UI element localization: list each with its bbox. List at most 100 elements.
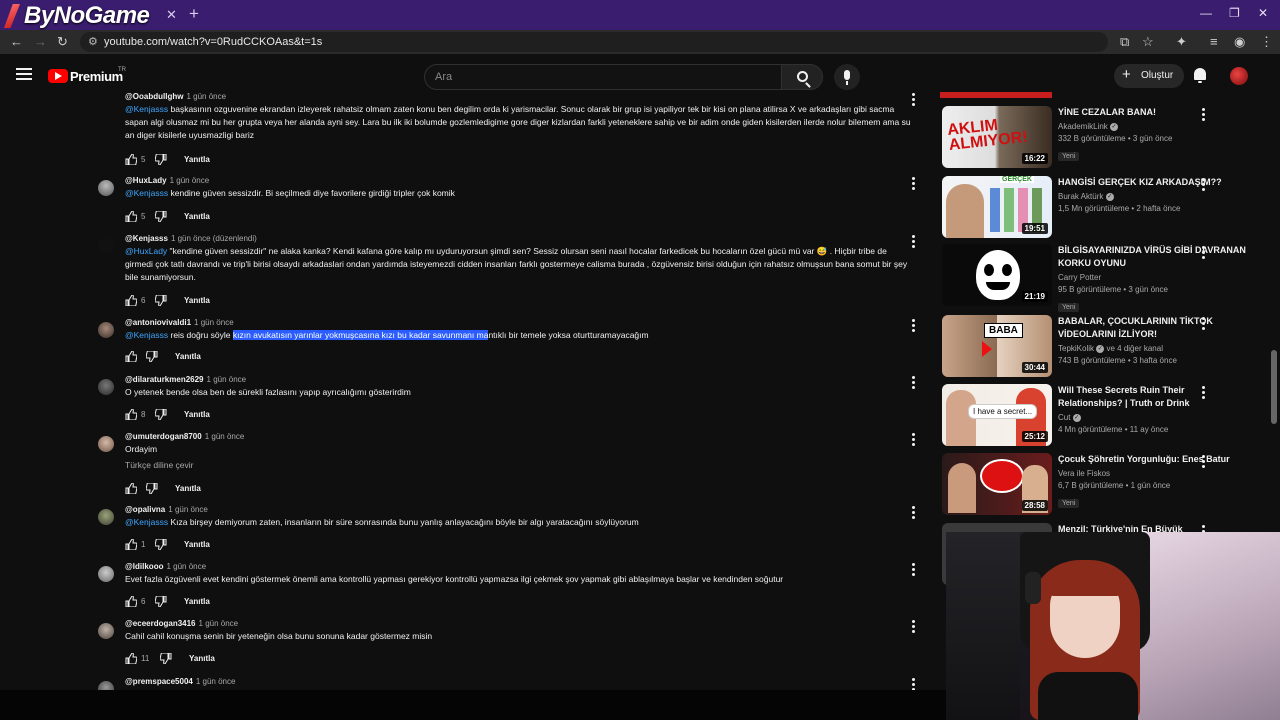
forward-arrow-icon[interactable]: → <box>34 34 47 49</box>
search-input[interactable]: Ara <box>424 64 782 90</box>
comment-author[interactable]: @premspace5004 <box>125 677 193 686</box>
like-icon[interactable] <box>125 295 137 306</box>
comment-author[interactable]: @eceerdogan3416 <box>125 619 196 628</box>
video-more-icon[interactable] <box>1198 108 1208 122</box>
comment-time[interactable]: 1 gün önce <box>199 619 239 628</box>
dislike-icon[interactable] <box>155 539 167 550</box>
comment-author[interactable]: @umuterdogan8700 <box>125 432 202 441</box>
comment-author[interactable]: @antoniovivaldi1 <box>125 318 191 327</box>
video-more-icon[interactable] <box>1198 246 1208 260</box>
comment-author[interactable]: @HuxLady <box>125 176 167 185</box>
like-icon[interactable] <box>125 653 137 664</box>
commenter-avatar[interactable] <box>98 379 114 395</box>
video-thumbnail[interactable]: GERÇEK 19:51 <box>942 176 1052 238</box>
reading-list-icon[interactable]: ≡ <box>1210 34 1218 49</box>
comment-more-icon[interactable] <box>907 563 919 577</box>
commenter-avatar[interactable] <box>98 509 114 525</box>
comment-author[interactable]: @Kenjasss <box>125 234 168 243</box>
comment-mention[interactable]: @Kenjasss <box>125 104 168 114</box>
menu-hamburger-icon[interactable] <box>16 68 32 80</box>
comment-time[interactable]: 1 gün önce <box>186 92 226 101</box>
commenter-avatar[interactable] <box>98 436 114 452</box>
account-avatar[interactable] <box>1230 67 1248 85</box>
dislike-icon[interactable] <box>146 483 158 494</box>
comment-mention[interactable]: @Kenjasss <box>125 330 168 340</box>
video-channel[interactable]: AkademikLink ✓ <box>1058 121 1250 133</box>
video-title[interactable]: HANGİSİ GERÇEK KIZ ARKADAŞIM?? <box>1058 176 1250 189</box>
youtube-premium-label[interactable]: Premium <box>70 69 123 84</box>
comment-time[interactable]: 1 gün önce <box>168 505 208 514</box>
like-icon[interactable] <box>125 154 137 165</box>
video-thumbnail[interactable]: BABA 30:44 <box>942 315 1052 377</box>
dislike-icon[interactable] <box>155 211 167 222</box>
commenter-avatar[interactable] <box>98 623 114 639</box>
video-title[interactable]: BABALAR, ÇOCUKLARININ TİKTOK VİDEOLARINI… <box>1058 315 1250 341</box>
comment-more-icon[interactable] <box>907 235 919 249</box>
comment-author[interactable]: @Ooabdullghw <box>125 92 183 101</box>
video-thumbnail[interactable]: 28:58 <box>942 453 1052 515</box>
video-thumbnail[interactable]: 21:19 <box>942 244 1052 306</box>
comment-mention[interactable]: @HuxLady <box>125 246 167 256</box>
video-more-icon[interactable] <box>1198 317 1208 331</box>
comment-time[interactable]: 1 gün önce <box>196 677 236 686</box>
dislike-icon[interactable] <box>155 596 167 607</box>
comment-more-icon[interactable] <box>907 319 919 333</box>
reply-button[interactable]: Yanıtla <box>184 540 210 549</box>
video-title[interactable]: YİNE CEZALAR BANA! <box>1058 106 1250 119</box>
new-tab-button[interactable]: + <box>189 4 199 24</box>
extensions-icon[interactable]: ✦ <box>1176 34 1187 50</box>
comment-author[interactable]: @opalivna <box>125 505 165 514</box>
reply-button[interactable]: Yanıtla <box>184 410 210 419</box>
video-thumbnail[interactable]: AKLIM ALMIYOR! 16:22 <box>942 106 1052 168</box>
comment-more-icon[interactable] <box>907 93 919 107</box>
translate-link[interactable]: Türkçe diline çevir <box>125 459 915 472</box>
tab-close-icon[interactable]: ✕ <box>166 7 177 23</box>
video-card[interactable]: 28:58 Çocuk Şöhretin Yorgunluğu: Enes Ba… <box>940 453 1275 517</box>
video-title[interactable]: Çocuk Şöhretin Yorgunluğu: Enes Batur <box>1058 453 1250 466</box>
site-info-icon[interactable]: ⚙ <box>88 35 98 48</box>
reply-button[interactable]: Yanıtla <box>184 296 210 305</box>
video-card[interactable]: AKLIM ALMIYOR! 16:22 YİNE CEZALAR BANA! … <box>940 106 1275 170</box>
comment-time[interactable]: 1 gün önce <box>205 432 245 441</box>
video-channel[interactable]: TepkiKolik ✓ ve 4 diğer kanal <box>1058 343 1250 355</box>
url-bar[interactable]: ⚙ youtube.com/watch?v=0RudCCKOAas&t=1s <box>80 32 1108 52</box>
dislike-icon[interactable] <box>155 154 167 165</box>
video-channel[interactable]: Burak Aktürk ✓ <box>1058 191 1250 203</box>
cast-icon[interactable]: ⧉ <box>1120 34 1129 50</box>
like-icon[interactable] <box>125 409 137 420</box>
video-more-icon[interactable] <box>1198 178 1208 192</box>
commenter-avatar[interactable] <box>98 238 114 254</box>
video-title[interactable]: Will These Secrets Ruin Their Relationsh… <box>1058 384 1250 410</box>
minimize-icon[interactable]: — <box>1200 6 1212 20</box>
reply-button[interactable]: Yanıtla <box>175 352 201 361</box>
comment-mention[interactable]: @Kenjasss <box>125 517 168 527</box>
video-card[interactable]: GERÇEK 19:51 HANGİSİ GERÇEK KIZ ARKADAŞI… <box>940 176 1275 240</box>
comment-more-icon[interactable] <box>907 433 919 447</box>
window-close-icon[interactable]: ✕ <box>1258 6 1268 20</box>
comment-more-icon[interactable] <box>907 678 919 690</box>
reply-button[interactable]: Yanıtla <box>184 155 210 164</box>
like-icon[interactable] <box>125 596 137 607</box>
comment-author[interactable]: @ldilkooo <box>125 562 163 571</box>
notifications-bell-icon[interactable] <box>1194 68 1206 83</box>
commenter-avatar[interactable] <box>98 566 114 582</box>
comment-time[interactable]: 1 gün önce <box>166 562 206 571</box>
comment-mention[interactable]: @Kenjasss <box>125 188 168 198</box>
youtube-logo-icon[interactable] <box>48 69 68 83</box>
reload-icon[interactable]: ↻ <box>57 34 68 50</box>
comment-more-icon[interactable] <box>907 506 919 520</box>
commenter-avatar[interactable] <box>98 681 114 690</box>
dislike-icon[interactable] <box>155 409 167 420</box>
reply-button[interactable]: Yanıtla <box>175 484 201 493</box>
browser-menu-icon[interactable]: ⋮ <box>1260 34 1273 50</box>
like-icon[interactable] <box>125 351 137 362</box>
dislike-icon[interactable] <box>160 653 172 664</box>
comment-time[interactable]: 1 gün önce <box>170 176 210 185</box>
comment-time[interactable]: 1 gün önce (düzenlendi) <box>171 234 257 243</box>
like-icon[interactable] <box>125 483 137 494</box>
video-channel[interactable]: Vera ile Fiskos <box>1058 468 1250 480</box>
dislike-icon[interactable] <box>146 351 158 362</box>
reply-button[interactable]: Yanıtla <box>184 597 210 606</box>
bookmark-star-icon[interactable]: ☆ <box>1142 34 1154 50</box>
page-scrollbar[interactable] <box>1271 350 1277 424</box>
